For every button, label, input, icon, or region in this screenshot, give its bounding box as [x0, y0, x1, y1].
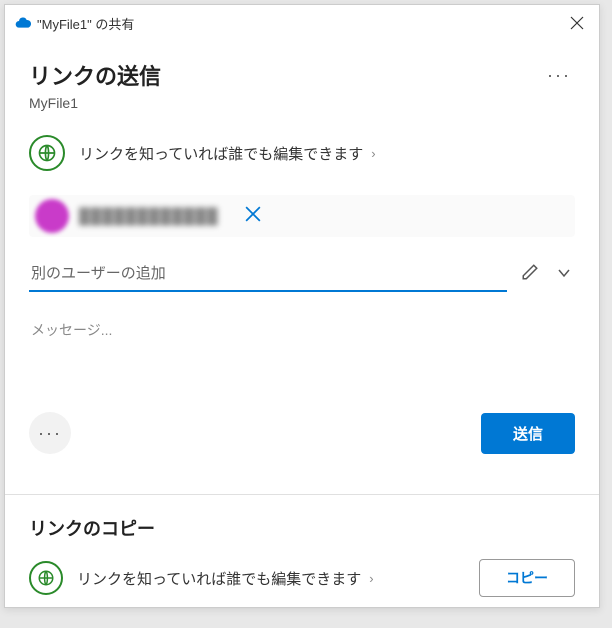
send-button[interactable]: 送信: [481, 413, 575, 454]
dialog-title: リンクの送信: [29, 59, 161, 91]
share-dialog: "MyFile1" の共有 リンクの送信 ··· MyFile1 リンクを知って…: [4, 4, 600, 608]
window-title: "MyFile1" の共有: [37, 14, 565, 33]
onedrive-icon: [15, 15, 31, 31]
remove-recipient-button[interactable]: [239, 204, 267, 229]
user-input-row: [29, 257, 575, 292]
copy-permission-row[interactable]: リンクを知っていれば誰でも編集できます ›: [29, 561, 374, 595]
globe-icon: [29, 135, 65, 171]
dialog-content: リンクの送信 ··· MyFile1 リンクを知っていれば誰でも編集できます ›…: [5, 41, 599, 615]
header-row: リンクの送信 ···: [29, 59, 575, 91]
chevron-right-icon: ›: [369, 571, 373, 586]
copy-link-section: リンクのコピー リンクを知っていれば誰でも編集できます › コピー: [29, 495, 575, 597]
avatar: [35, 199, 69, 233]
copy-permission-text: リンクを知っていれば誰でも編集できます: [77, 568, 361, 589]
file-name-label: MyFile1: [29, 95, 575, 111]
message-input[interactable]: [29, 310, 575, 362]
copy-row: リンクを知っていれば誰でも編集できます › コピー: [29, 559, 575, 597]
titlebar: "MyFile1" の共有: [5, 5, 599, 41]
copy-section-title: リンクのコピー: [29, 515, 575, 541]
close-button[interactable]: [565, 11, 589, 35]
globe-icon: [29, 561, 63, 595]
permission-text: リンクを知っていれば誰でも編集できます: [79, 143, 363, 164]
recipient-name: ████████████: [79, 208, 219, 225]
more-actions-button[interactable]: ···: [29, 412, 71, 454]
add-user-input[interactable]: [29, 257, 507, 292]
recipient-chip[interactable]: ████████████: [29, 195, 575, 237]
copy-button[interactable]: コピー: [479, 559, 575, 597]
chevron-right-icon: ›: [371, 146, 375, 161]
permission-settings-row[interactable]: リンクを知っていれば誰でも編集できます ›: [29, 135, 575, 171]
pencil-icon[interactable]: [517, 259, 543, 290]
chevron-down-icon[interactable]: [553, 262, 575, 287]
more-options-button[interactable]: ···: [543, 61, 575, 90]
actions-row: ··· 送信: [29, 412, 575, 454]
